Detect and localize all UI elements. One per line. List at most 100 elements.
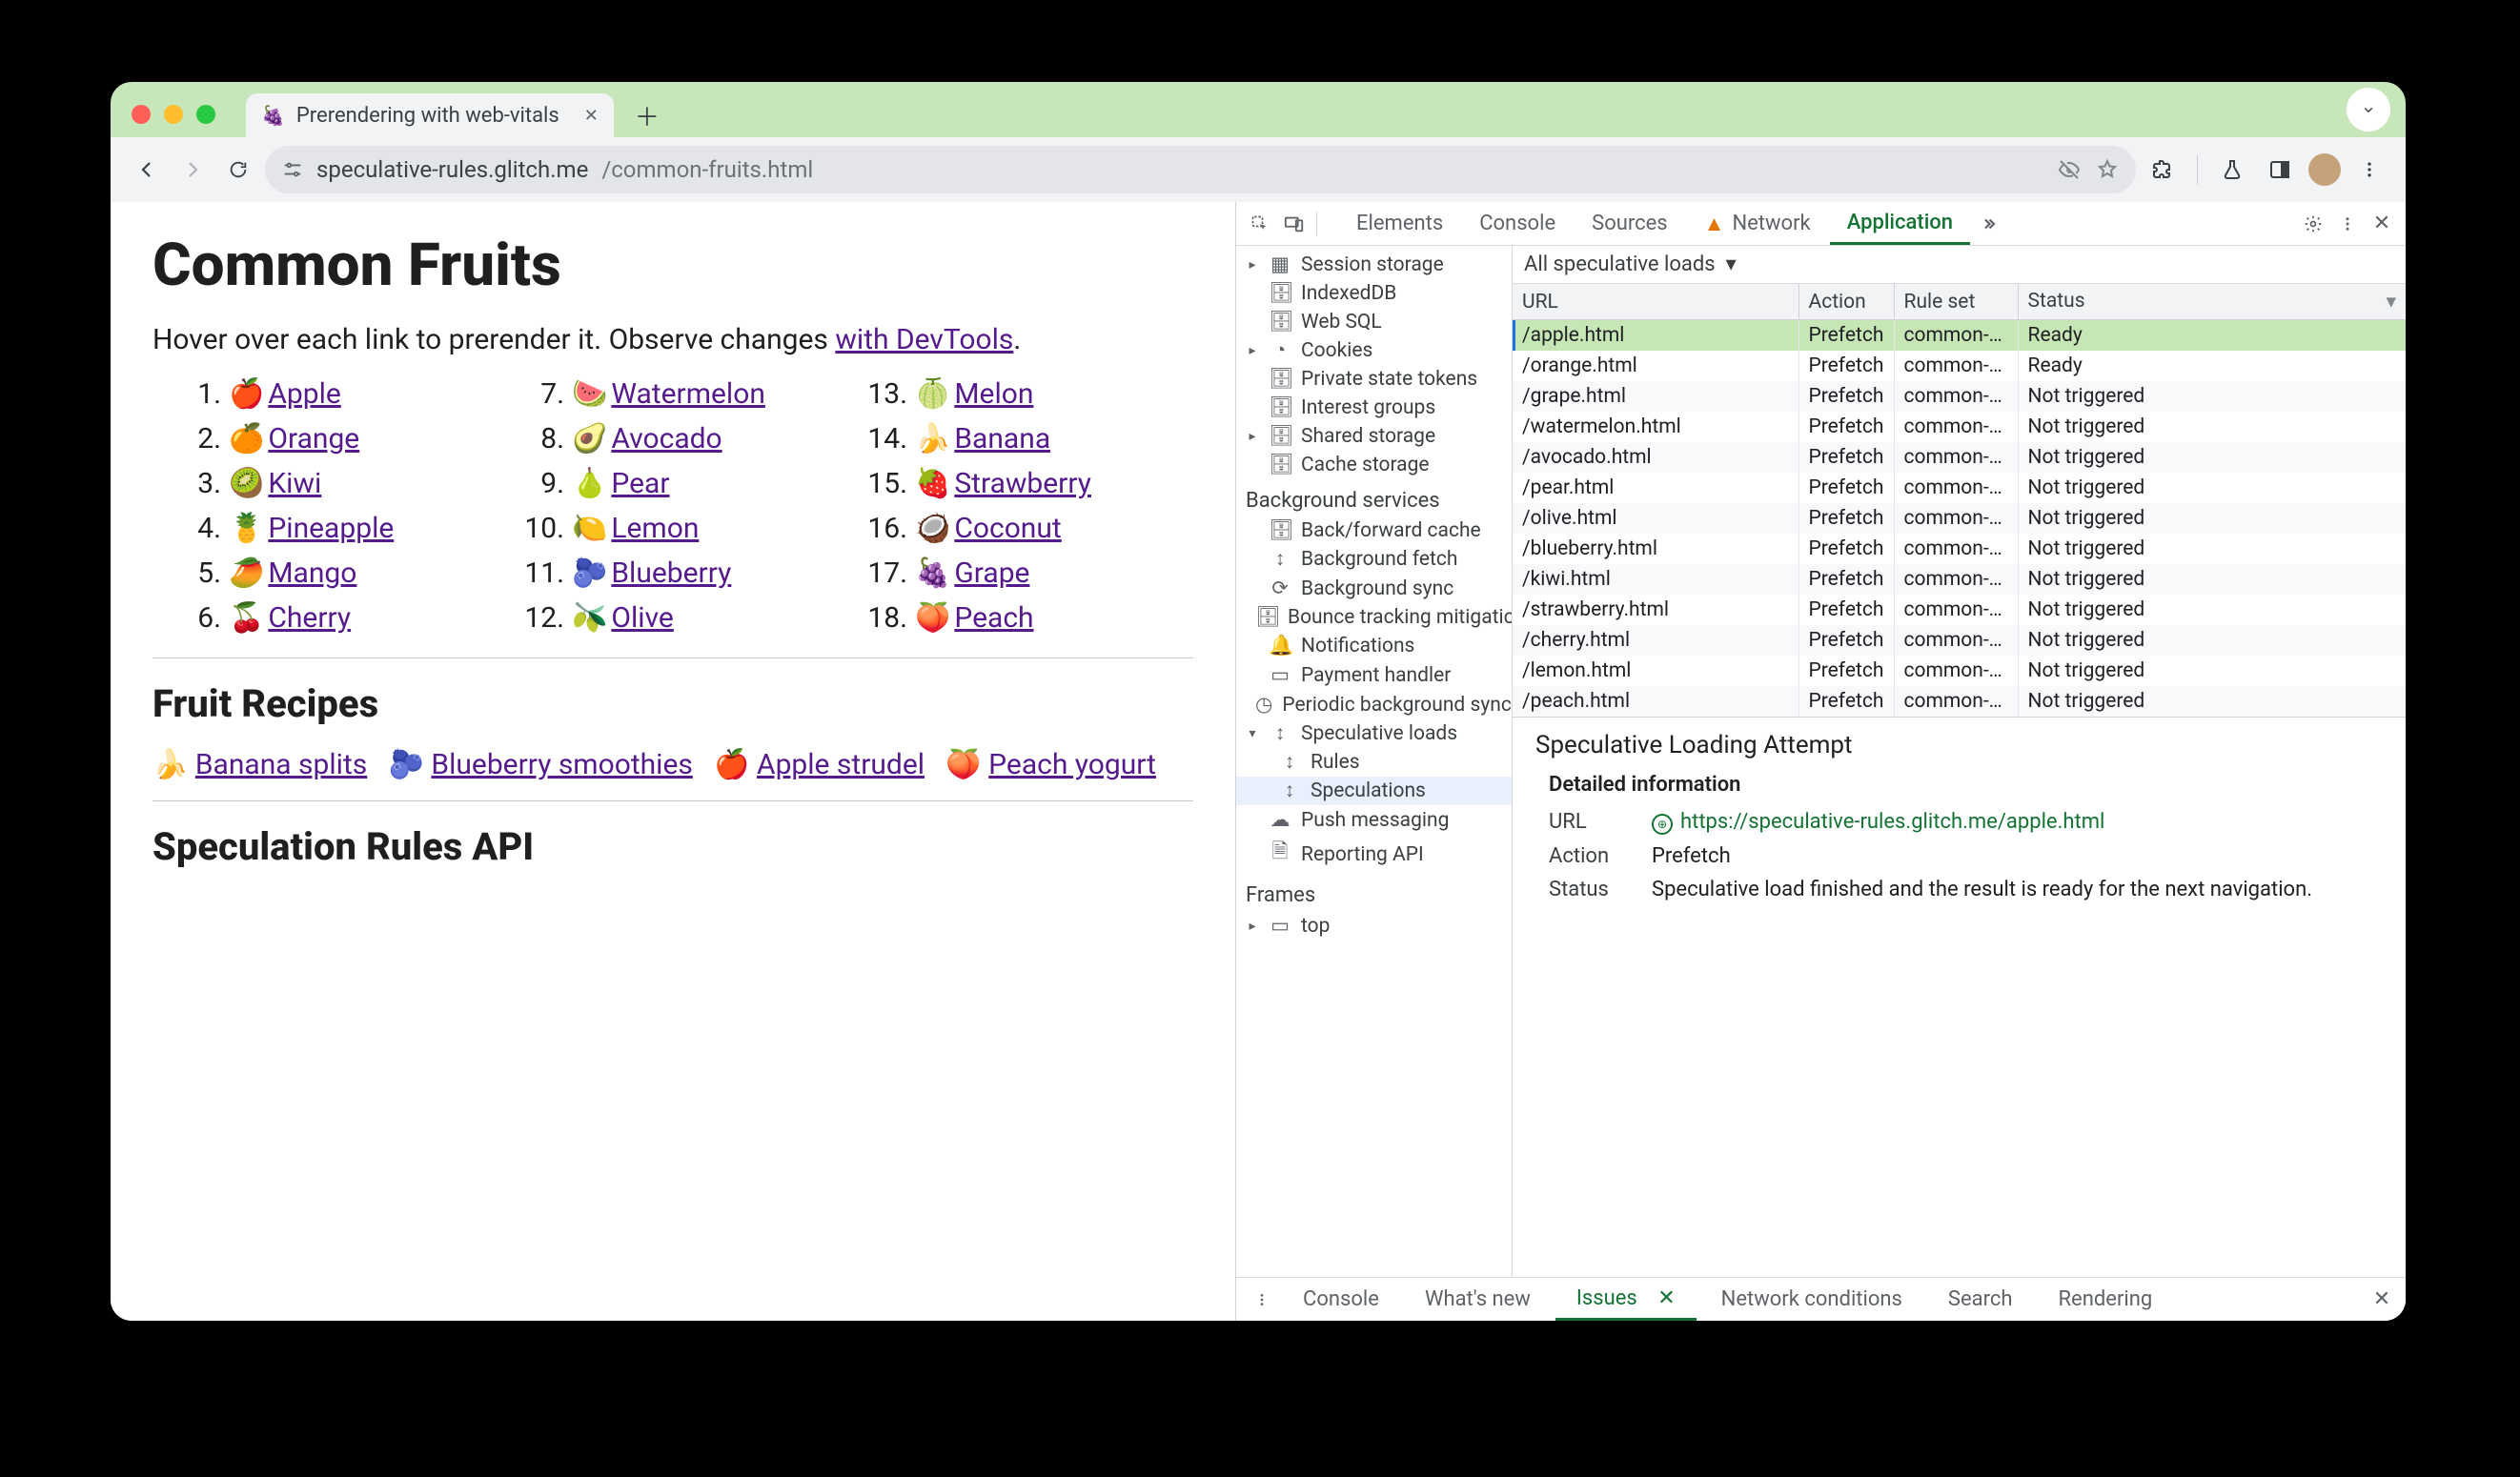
fruit-link[interactable]: Watermelon (611, 377, 765, 411)
fruit-link[interactable]: Mango (268, 556, 356, 590)
drawer-close-button[interactable]: ✕ (2368, 1287, 2396, 1311)
tab-console[interactable]: Console (1462, 202, 1573, 245)
devtools-close-button[interactable]: ✕ (2366, 212, 2398, 235)
tab-elements[interactable]: Elements (1339, 202, 1460, 245)
table-row[interactable]: /olive.htmlPrefetchcommon-…Not triggered (1513, 503, 2406, 534)
labs-button[interactable] (2213, 151, 2251, 189)
nav-websql[interactable]: 🗄Web SQL (1236, 308, 1512, 336)
fruit-link[interactable]: Melon (954, 377, 1033, 411)
window-minimize[interactable] (164, 105, 183, 124)
nav-speculations[interactable]: ↕Speculations (1236, 777, 1512, 805)
nav-frame-top[interactable]: ▸▭top (1236, 911, 1512, 941)
browser-tab[interactable]: 🍇 Prerendering with web-vitals ✕ (246, 93, 614, 137)
nav-shared-storage[interactable]: ▸🗄Shared storage (1236, 422, 1512, 451)
nav-rules[interactable]: ↕Rules (1236, 748, 1512, 777)
nav-push[interactable]: ☁Push messaging (1236, 805, 1512, 835)
nav-bg-sync[interactable]: ⟳Background sync (1236, 574, 1512, 603)
nav-private-state-tokens[interactable]: 🗄Private state tokens (1236, 365, 1512, 394)
table-row[interactable]: /peach.htmlPrefetchcommon-…Not triggered (1513, 686, 2406, 717)
nav-notifications[interactable]: 🔔Notifications (1236, 632, 1512, 660)
site-settings-icon[interactable] (282, 159, 303, 180)
devtools-menu-button[interactable] (2331, 215, 2364, 233)
device-toggle-button[interactable] (1278, 213, 1311, 234)
col-url[interactable]: URL (1513, 284, 1799, 320)
fruit-link[interactable]: Olive (611, 601, 673, 635)
more-tabs-button[interactable] (1972, 215, 2004, 233)
recipe-link[interactable]: Apple strudel (757, 748, 925, 781)
fruit-link[interactable]: Pear (611, 467, 669, 500)
table-row[interactable]: /pear.htmlPrefetchcommon-…Not triggered (1513, 473, 2406, 503)
reload-button[interactable] (219, 151, 257, 189)
nav-bounce[interactable]: 🗄Bounce tracking mitigation (1236, 603, 1512, 632)
fruit-link[interactable]: Blueberry (611, 556, 731, 590)
window-zoom[interactable] (196, 105, 215, 124)
speculative-filter[interactable]: All speculative loads ▾ (1513, 246, 2406, 284)
recipe-link[interactable]: Blueberry smoothies (431, 748, 692, 781)
col-status[interactable]: Status▾ (2018, 284, 2406, 320)
tab-overflow-button[interactable] (2347, 88, 2390, 132)
fruit-link[interactable]: Kiwi (268, 467, 321, 500)
nav-interest-groups[interactable]: 🗄Interest groups (1236, 394, 1512, 422)
recipe-link[interactable]: Peach yogurt (988, 748, 1156, 781)
fruit-link[interactable]: Orange (268, 422, 359, 455)
tab-network[interactable]: ▲Network (1687, 202, 1828, 245)
drawer-tab-search[interactable]: Search (1927, 1278, 2034, 1321)
col-action[interactable]: Action (1799, 284, 1894, 320)
extensions-button[interactable] (2144, 151, 2182, 189)
nav-speculative-loads[interactable]: ▾↕Speculative loads (1236, 719, 1512, 748)
eye-off-icon[interactable] (2058, 158, 2081, 181)
window-close[interactable] (132, 105, 151, 124)
fruit-link[interactable]: Strawberry (954, 467, 1091, 500)
nav-bg-fetch[interactable]: ↕Background fetch (1236, 545, 1512, 574)
col-ruleset[interactable]: Rule set (1894, 284, 2018, 320)
nav-cache-storage[interactable]: 🗄Cache storage (1236, 451, 1512, 479)
nav-payment-handler[interactable]: ▭Payment handler (1236, 660, 1512, 690)
nav-bf-cache[interactable]: 🗄Back/forward cache (1236, 516, 1512, 545)
fruit-link[interactable]: Grape (954, 556, 1029, 590)
recipe-link[interactable]: Banana splits (195, 748, 367, 781)
bookmark-star-icon[interactable] (2096, 158, 2119, 181)
fruit-link[interactable]: Cherry (268, 601, 351, 635)
drawer-menu-button[interactable] (1246, 1292, 1278, 1307)
fruit-link[interactable]: Avocado (611, 422, 721, 455)
nav-periodic-bg-sync[interactable]: ◷Periodic background sync (1236, 690, 1512, 719)
detail-url[interactable]: ⊕https://speculative-rules.glitch.me/app… (1652, 810, 2383, 835)
fruit-link[interactable]: Lemon (611, 512, 699, 545)
back-button[interactable] (128, 151, 166, 189)
tab-close-icon[interactable]: ✕ (584, 106, 599, 126)
omnibox[interactable]: speculative-rules.glitch.me/common-fruit… (265, 146, 2136, 193)
devtools-settings-button[interactable] (2297, 214, 2329, 233)
table-row[interactable]: /orange.htmlPrefetchcommon-…Ready (1513, 351, 2406, 381)
inspect-button[interactable] (1244, 214, 1276, 233)
table-row[interactable]: /avocado.htmlPrefetchcommon-…Not trigger… (1513, 442, 2406, 473)
table-row[interactable]: /blueberry.htmlPrefetchcommon-…Not trigg… (1513, 534, 2406, 564)
fruit-link[interactable]: Pineapple (268, 512, 394, 545)
drawer-tab-rendering[interactable]: Rendering (2038, 1278, 2174, 1321)
forward-button[interactable] (173, 151, 212, 189)
new-tab-button[interactable]: ＋ (629, 97, 665, 133)
nav-session-storage[interactable]: ▸▦Session storage (1236, 250, 1512, 279)
drawer-tab-network-conditions[interactable]: Network conditions (1700, 1278, 1923, 1321)
devtools-link[interactable]: with DevTools (835, 323, 1013, 356)
nav-reporting-api[interactable]: 🗎Reporting API (1236, 835, 1512, 874)
fruit-link[interactable]: Banana (954, 422, 1050, 455)
fruit-link[interactable]: Apple (268, 377, 340, 411)
table-row[interactable]: /kiwi.htmlPrefetchcommon-…Not triggered (1513, 564, 2406, 595)
drawer-tab-console[interactable]: Console (1282, 1278, 1400, 1321)
fruit-link[interactable]: Coconut (954, 512, 1061, 545)
fruit-link[interactable]: Peach (954, 601, 1033, 635)
chrome-menu-button[interactable] (2350, 151, 2388, 189)
table-row[interactable]: /lemon.htmlPrefetchcommon-…Not triggered (1513, 656, 2406, 686)
nav-indexeddb[interactable]: 🗄IndexedDB (1236, 279, 1512, 308)
tab-application[interactable]: Application (1830, 202, 1970, 245)
drawer-tab-issues[interactable]: Issues ✕ (1555, 1278, 1697, 1321)
drawer-tab-whats-new[interactable]: What's new (1404, 1278, 1552, 1321)
table-row[interactable]: /cherry.htmlPrefetchcommon-…Not triggere… (1513, 625, 2406, 656)
side-panel-button[interactable] (2261, 151, 2299, 189)
profile-avatar[interactable] (2308, 153, 2341, 186)
nav-cookies[interactable]: ▸◔Cookies (1236, 336, 1512, 365)
table-row[interactable]: /watermelon.htmlPrefetchcommon-…Not trig… (1513, 412, 2406, 442)
table-row[interactable]: /strawberry.htmlPrefetchcommon-…Not trig… (1513, 595, 2406, 625)
tab-sources[interactable]: Sources (1575, 202, 1685, 245)
table-row[interactable]: /grape.htmlPrefetchcommon-…Not triggered (1513, 381, 2406, 412)
